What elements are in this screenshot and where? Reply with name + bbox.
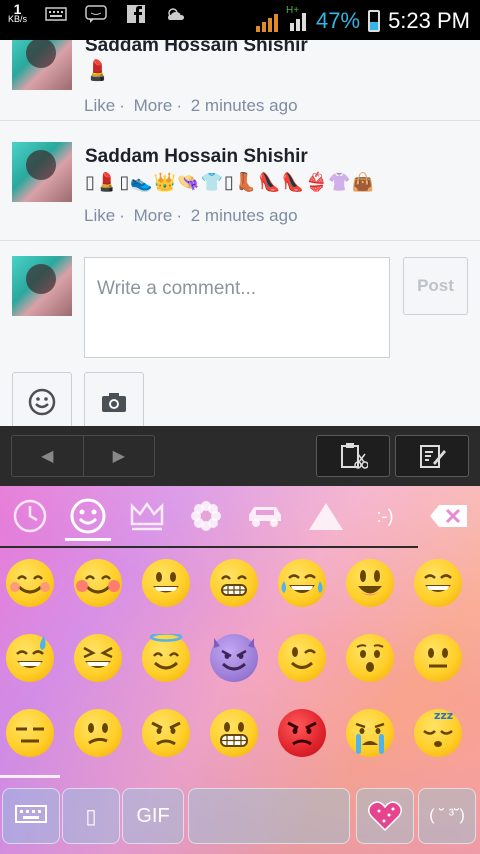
smiley-icon[interactable] bbox=[65, 494, 111, 541]
comment-text: ▯💄▯👟👑👒👕▯👢👠👠👙👚👜 bbox=[85, 172, 376, 192]
emoji-grimacing[interactable] bbox=[210, 709, 258, 757]
keyboard-icon bbox=[15, 805, 47, 823]
battery-icon bbox=[368, 10, 381, 32]
emoji-sleeping[interactable]: zzz bbox=[414, 709, 462, 757]
emoji-pouting[interactable] bbox=[278, 709, 326, 757]
space-key[interactable] bbox=[188, 788, 350, 844]
emoji-expressionless[interactable] bbox=[6, 709, 54, 757]
comment-text: 💄 bbox=[85, 60, 111, 82]
messenger-icon bbox=[85, 5, 107, 23]
emoji-blushing-smile[interactable] bbox=[6, 559, 54, 607]
smiley-outline-icon bbox=[28, 388, 56, 416]
backspace-icon bbox=[430, 505, 467, 527]
triangle-icon[interactable] bbox=[303, 494, 349, 538]
emoji-neutral[interactable] bbox=[414, 634, 462, 682]
emoji-button[interactable] bbox=[12, 372, 72, 426]
composer-avatar bbox=[12, 256, 72, 316]
comment-author[interactable]: Saddam Hossain Shishir bbox=[85, 40, 308, 57]
clipboard-button[interactable] bbox=[316, 435, 390, 477]
comment-time: 2 minutes ago bbox=[190, 96, 298, 115]
delete-key[interactable] bbox=[418, 486, 480, 546]
facebook-icon bbox=[125, 5, 147, 23]
emoji-halo[interactable] bbox=[142, 634, 190, 682]
comment-item: Saddam Hossain Shishir 💄 Like · More · 2 m… bbox=[0, 40, 480, 121]
cursor-nav: ◀ ▶ bbox=[11, 435, 155, 477]
comments-panel: Saddam Hossain Shishir 💄 Like · More · 2 m… bbox=[0, 40, 480, 426]
comment-author[interactable]: Saddam Hossain Shishir bbox=[85, 146, 308, 168]
comment-meta: Like · More · 2 minutes ago bbox=[84, 206, 298, 225]
edit-note-button[interactable] bbox=[395, 435, 469, 477]
cursor-left-icon[interactable]: ◀ bbox=[12, 436, 84, 476]
network-speed: 1 KB/s bbox=[8, 1, 28, 24]
emoji-blushing-grin[interactable] bbox=[74, 559, 122, 607]
sticker-key[interactable] bbox=[356, 788, 414, 844]
recent-icon[interactable] bbox=[7, 494, 53, 538]
comment-time: 2 minutes ago bbox=[190, 206, 298, 225]
comment-meta: Like · More · 2 minutes ago bbox=[84, 96, 298, 115]
more-link[interactable]: More bbox=[134, 206, 173, 225]
camera-icon bbox=[102, 393, 126, 412]
emoji-confused[interactable] bbox=[74, 709, 122, 757]
emoji-category-bar: :-) bbox=[0, 486, 418, 548]
crown-icon[interactable] bbox=[124, 494, 170, 538]
page-indicator bbox=[0, 775, 60, 778]
clipboard-cut-icon bbox=[341, 443, 368, 469]
network-type: H+ bbox=[286, 5, 308, 33]
svg-text:zzz: zzz bbox=[434, 709, 453, 722]
weather-icon bbox=[165, 5, 187, 23]
keyboard-bottom-row: ▯ GIF ( ˘ ³˘) bbox=[0, 786, 480, 854]
emoji-winking[interactable] bbox=[278, 634, 326, 682]
keyboard-icon bbox=[45, 5, 67, 23]
signal-icon bbox=[256, 10, 279, 32]
heart-icon bbox=[368, 801, 402, 832]
cursor-right-icon[interactable]: ▶ bbox=[84, 436, 155, 476]
emoji-hushed[interactable] bbox=[346, 634, 394, 682]
emoji-grimace-grin[interactable] bbox=[210, 559, 258, 607]
comment-item: Saddam Hossain Shishir ▯💄▯👟👑👒👕▯👢👠👠👙👚👜 Li… bbox=[0, 120, 480, 241]
emoji-grinning[interactable] bbox=[142, 559, 190, 607]
emoji-smiley-open[interactable] bbox=[346, 559, 394, 607]
emoji-sweat-smile[interactable] bbox=[6, 634, 54, 682]
clock: 5:23 PM bbox=[388, 8, 470, 33]
emoji-grinning-squint[interactable] bbox=[414, 559, 462, 607]
emoji-keyboard: :-) zzz ▯ GIF ( ˘ ³˘) bbox=[0, 486, 480, 854]
flower-icon[interactable] bbox=[183, 494, 229, 538]
gif-key[interactable]: GIF bbox=[122, 788, 184, 844]
emoji-angry[interactable] bbox=[142, 709, 190, 757]
post-button[interactable]: Post bbox=[403, 257, 468, 315]
comment-input[interactable]: Write a comment... bbox=[84, 257, 390, 358]
battery-percent: 47% bbox=[316, 8, 361, 33]
kaomoji-key[interactable]: ( ˘ ³˘) bbox=[418, 788, 476, 844]
car-icon[interactable] bbox=[242, 494, 288, 538]
keyboard-toolbar: ◀ ▶ bbox=[0, 426, 480, 486]
like-link[interactable]: Like bbox=[84, 96, 115, 115]
status-bar: 1 KB/s H+ 47% 5:23 PM bbox=[0, 0, 480, 40]
avatar[interactable] bbox=[12, 40, 72, 90]
edit-icon bbox=[420, 445, 446, 468]
more-link[interactable]: More bbox=[134, 96, 173, 115]
like-link[interactable]: Like bbox=[84, 206, 115, 225]
camera-button[interactable] bbox=[84, 372, 144, 426]
emoji-laughing[interactable] bbox=[74, 634, 122, 682]
emoji-tears-of-joy[interactable] bbox=[278, 559, 326, 607]
switch-keyboard-key[interactable] bbox=[2, 788, 60, 844]
avatar[interactable] bbox=[12, 142, 72, 202]
emoji-smiling-imp[interactable] bbox=[210, 634, 258, 682]
unknown-glyph-key[interactable]: ▯ bbox=[62, 788, 120, 844]
emoji-crying[interactable] bbox=[346, 709, 394, 757]
emoticon-tab[interactable]: :-) bbox=[362, 494, 408, 538]
